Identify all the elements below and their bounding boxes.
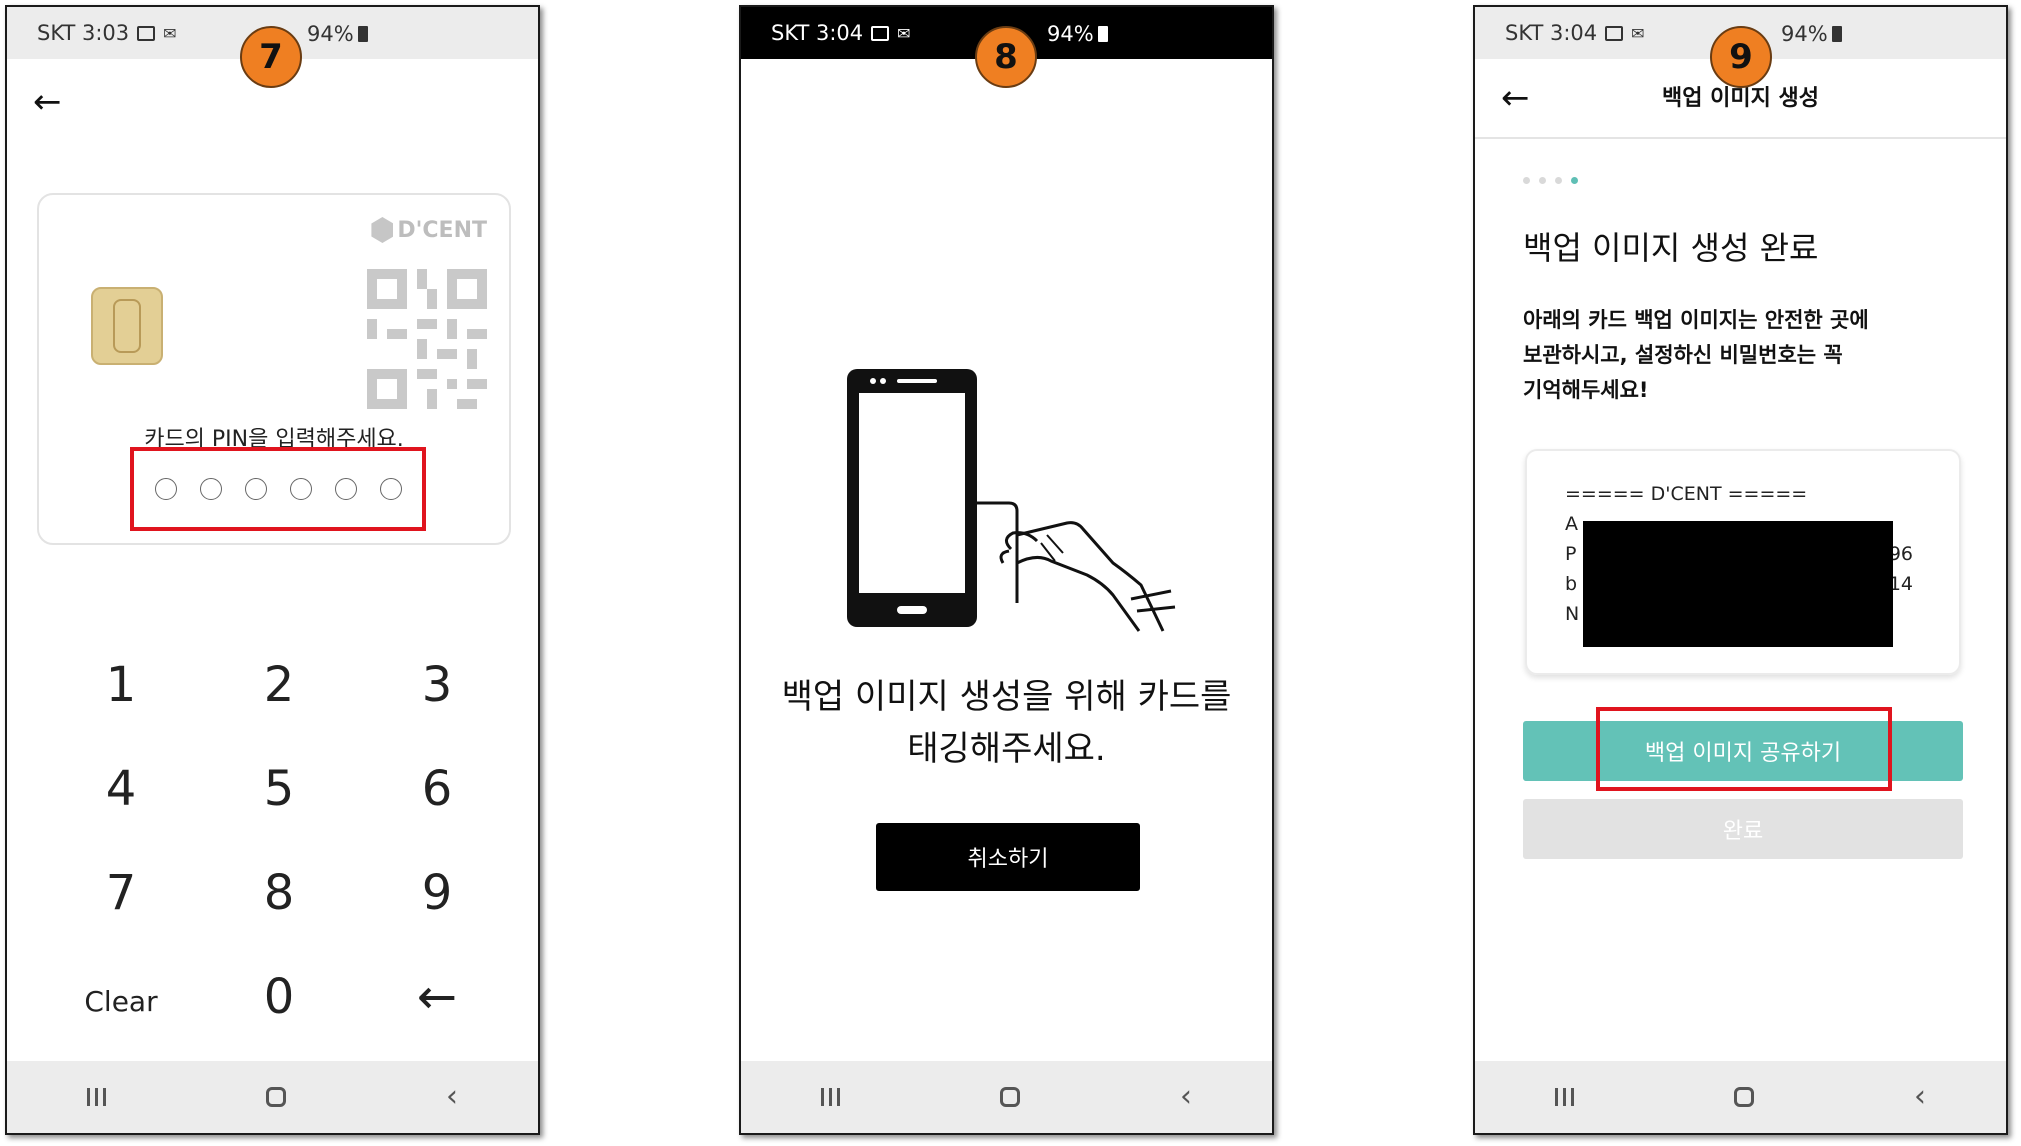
phone-screen-pin-entry: SKT 3:03 ✉ 94% ← D'CENT 카드의 PIN을 입력해주세요.: [5, 5, 540, 1135]
mail-icon: ✉: [163, 23, 177, 43]
backup-code-box[interactable]: ===== D'CENT ===== A P 96 b 14 N: [1525, 449, 1961, 675]
key-5[interactable]: 5: [199, 761, 359, 817]
step-badge: 8: [975, 26, 1037, 88]
key-2[interactable]: 2: [199, 657, 359, 713]
step-indicator: [1523, 177, 1578, 184]
tag-instruction-line1: 백업 이미지 생성을 위해 카드를: [781, 677, 1232, 717]
carrier-time: SKT 3:04: [771, 21, 864, 45]
dcent-logo-text: D'CENT: [397, 217, 487, 243]
key-8[interactable]: 8: [199, 865, 359, 921]
key-7[interactable]: 7: [41, 865, 201, 921]
step-badge: 9: [1710, 26, 1772, 88]
carrier-time: SKT 3:04: [1505, 21, 1598, 45]
android-nav-bar: ‹: [1475, 1061, 2006, 1133]
step-badge: 7: [240, 26, 302, 88]
battery-text: 94%: [1047, 22, 1094, 46]
cancel-button[interactable]: 취소하기: [876, 823, 1140, 891]
back-arrow-icon[interactable]: ←: [1501, 81, 1530, 115]
battery-text: 94%: [1781, 22, 1828, 46]
gallery-icon: [137, 25, 156, 41]
pin-input-field[interactable]: [130, 447, 426, 531]
completion-description: 아래의 카드 백업 이미지는 안전한 곳에 보관하시고, 설정하신 비밀번호는 …: [1523, 303, 1923, 408]
android-nav-bar: ‹: [7, 1061, 538, 1133]
arrow-left-icon: ←: [416, 969, 458, 1025]
code-line: b: [1565, 573, 1578, 595]
battery-icon: [1831, 26, 1842, 42]
dcent-hex-icon: [371, 217, 394, 243]
chevron-left-icon[interactable]: ‹: [446, 1082, 458, 1112]
qr-code-icon: [367, 269, 487, 409]
phone-screen-backup-complete: SKT 3:04 ✉ 94% 백업 이미지 생성 ← 백업 이미지 생성 완료 …: [1473, 5, 2008, 1135]
battery-icon: [357, 26, 368, 42]
pin-digit-slot: [289, 478, 312, 500]
gallery-icon: [1605, 25, 1624, 41]
code-header: ===== D'CENT =====: [1565, 483, 1808, 505]
key-1[interactable]: 1: [41, 657, 201, 713]
step-dot: [1555, 177, 1562, 184]
description-line: 아래의 카드 백업 이미지는 안전한 곳에: [1523, 308, 1869, 332]
completion-heading: 백업 이미지 생성 완료: [1523, 229, 1819, 267]
step-dot-active: [1571, 177, 1578, 184]
battery-text: 94%: [307, 22, 354, 46]
done-button[interactable]: 완료: [1523, 799, 1963, 859]
pin-digit-slot: [334, 478, 357, 500]
description-line: 보관하시고, 설정하신 비밀번호는 꼭: [1523, 343, 1843, 367]
chevron-left-icon[interactable]: ‹: [1180, 1082, 1192, 1112]
battery-icon: [1097, 26, 1108, 42]
code-line: P: [1565, 543, 1577, 565]
back-arrow-icon[interactable]: ←: [33, 85, 62, 119]
key-3[interactable]: 3: [357, 657, 517, 713]
backspace-key[interactable]: ←: [357, 969, 517, 1025]
recent-apps-icon[interactable]: [1555, 1088, 1574, 1106]
highlight-box: [1596, 707, 1892, 791]
description-line: 기억해두세요!: [1523, 378, 1649, 402]
phone-screen-tag-card: SKT 3:04 ✉ 94% 백업 이미지 생성을 위해 카드를 태깅해주세요.…: [739, 5, 1274, 1135]
clear-key[interactable]: Clear: [41, 985, 201, 1018]
tag-instruction-line2: 태깅해주세요.: [907, 729, 1106, 769]
step-dot: [1539, 177, 1546, 184]
key-0[interactable]: 0: [199, 969, 359, 1025]
android-nav-bar: ‹: [741, 1061, 1272, 1133]
code-line: A: [1565, 513, 1578, 535]
key-9[interactable]: 9: [357, 865, 517, 921]
key-4[interactable]: 4: [41, 761, 201, 817]
home-icon[interactable]: [266, 1087, 286, 1107]
home-icon[interactable]: [1734, 1087, 1754, 1107]
pin-digit-slot: [379, 478, 402, 500]
mail-icon: ✉: [897, 23, 911, 43]
tag-instruction: 백업 이미지 생성을 위해 카드를 태깅해주세요.: [741, 671, 1272, 775]
step-dot: [1523, 177, 1530, 184]
code-line: N: [1565, 603, 1580, 625]
phone-tap-card-illustration: [847, 369, 1176, 632]
key-6[interactable]: 6: [357, 761, 517, 817]
redaction-block: [1583, 521, 1893, 647]
pin-digit-slot: [244, 478, 267, 500]
pin-digit-slot: [199, 478, 222, 500]
carrier-time: SKT 3:03: [37, 21, 130, 45]
gallery-icon: [871, 25, 890, 41]
pin-digit-slot: [154, 478, 177, 500]
recent-apps-icon[interactable]: [821, 1088, 840, 1106]
mail-icon: ✉: [1631, 23, 1645, 43]
home-icon[interactable]: [1000, 1087, 1020, 1107]
recent-apps-icon[interactable]: [87, 1088, 106, 1106]
chevron-left-icon[interactable]: ‹: [1914, 1082, 1926, 1112]
dcent-logo: D'CENT: [371, 217, 487, 243]
chip-icon: [91, 287, 163, 365]
